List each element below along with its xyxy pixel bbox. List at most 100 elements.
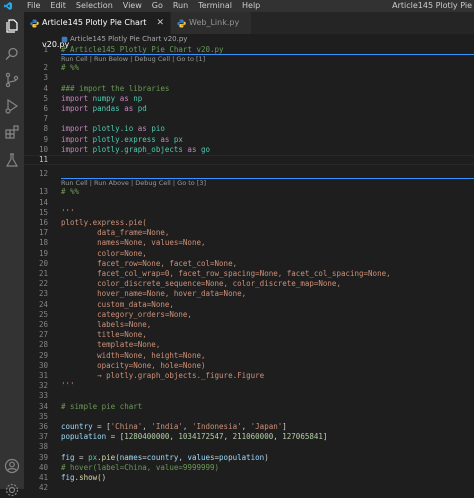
code-line[interactable]: 14: [24, 198, 474, 208]
breadcrumb-file[interactable]: Article145 Plotly Pie Chart v20.py: [70, 35, 187, 43]
python-file-icon: [30, 19, 39, 28]
code-line[interactable]: 31 → plotly.graph_objects._figure.Figure: [24, 371, 474, 381]
code-line[interactable]: 38: [24, 442, 474, 452]
code-line[interactable]: 25 category_orders=None,: [24, 310, 474, 320]
tab-article145[interactable]: Article145 Plotly Pie Chart v20.py ✕: [24, 12, 170, 49]
code-text: width=None, height=None,: [61, 351, 205, 361]
menu-selection[interactable]: Selection: [71, 0, 118, 12]
code-token: facet_row=None, facet_col=None,: [61, 258, 238, 268]
code-line[interactable]: 11: [24, 155, 474, 165]
line-number: 33: [38, 391, 48, 401]
code-line[interactable]: 42: [24, 483, 474, 493]
code-line[interactable]: 30 opacity=None, hole=None): [24, 361, 474, 371]
code-token: 'India': [151, 422, 183, 431]
code-token: population: [61, 432, 107, 442]
code-token: pd: [137, 104, 147, 113]
run-debug-icon[interactable]: [4, 98, 20, 114]
code-line[interactable]: 6 import pandas as pd: [24, 104, 474, 114]
code-token: ### import the libraries: [61, 83, 170, 93]
breadcrumb[interactable]: Article145 Plotly Pie Chart v20.py: [24, 34, 474, 45]
code-token: as: [115, 93, 134, 103]
code-line[interactable]: 9 import plotly.express as px: [24, 135, 474, 145]
close-icon[interactable]: ✕: [156, 12, 164, 34]
menu-edit[interactable]: Edit: [45, 0, 71, 12]
code-line[interactable]: 5 import numpy as np: [24, 94, 474, 104]
code-token: # simple pie chart: [61, 401, 143, 411]
code-line[interactable]: 17 data_frame=None,: [24, 228, 474, 238]
testing-icon[interactable]: [4, 152, 20, 168]
code-line[interactable]: 2 # %%: [24, 63, 474, 73]
tab-web-link[interactable]: Web_Link.py: [171, 12, 251, 34]
menu-terminal[interactable]: Terminal: [193, 0, 237, 12]
code-text: template=None,: [61, 340, 160, 350]
code-line[interactable]: 40 # hover(label=China, value=9999999): [24, 463, 474, 473]
code-line[interactable]: 26 labels=None,: [24, 320, 474, 330]
code-line[interactable]: 4 ### import the libraries: [24, 84, 474, 94]
code-token: ''': [61, 207, 75, 217]
line-number: 29: [38, 350, 48, 360]
settings-gear-icon[interactable]: [4, 482, 20, 498]
code-text: color_discrete_sequence=None, color_disc…: [61, 279, 341, 289]
code-line[interactable]: 24 custom_data=None,: [24, 300, 474, 310]
code-token: # %%: [61, 63, 80, 73]
menu-run[interactable]: Run: [168, 0, 193, 12]
explorer-icon[interactable]: [4, 18, 20, 34]
account-icon[interactable]: [4, 458, 20, 474]
code-line[interactable]: 36 country = ['China', 'India', 'Indonesi…: [24, 422, 474, 432]
menu-view[interactable]: View: [118, 0, 147, 12]
menu-go[interactable]: Go: [147, 0, 168, 12]
code-token: names: [119, 452, 143, 462]
code-line[interactable]: 13 # %%: [24, 187, 474, 197]
code-line[interactable]: 22 color_discrete_sequence=None, color_d…: [24, 279, 474, 289]
code-token: pio: [151, 124, 165, 134]
code-token: import: [61, 144, 93, 154]
code-editor[interactable]: 1 # Article145 Plotly Pie Chart v20.py Run…: [24, 45, 474, 492]
code-token: fig: [61, 473, 75, 482]
code-line[interactable]: 28 template=None,: [24, 340, 474, 350]
code-line[interactable]: 37 population = [1280400000, 1034172547, …: [24, 432, 474, 442]
code-token: import: [61, 93, 93, 103]
code-line[interactable]: 35: [24, 412, 474, 422]
code-line[interactable]: 39 fig = px.pie(names=country, values=pop…: [24, 453, 474, 463]
code-line[interactable]: 27 title=None,: [24, 330, 474, 340]
line-number: 37: [38, 432, 48, 442]
code-line[interactable]: 32 ''': [24, 381, 474, 391]
code-line[interactable]: 10 import plotly.graph_objects as go: [24, 145, 474, 155]
codelens-cell-3[interactable]: Run Cell | Run Above | Debug Cell | Go t…: [61, 179, 206, 187]
codelens-cell-1[interactable]: Run Cell | Run Below | Debug Cell | Go t…: [61, 55, 205, 63]
code-text: # hover(label=China, value=9999999): [61, 463, 219, 473]
code-token: population: [219, 452, 265, 462]
code-line[interactable]: 20 facet_row=None, facet_col=None,: [24, 259, 474, 269]
code-line[interactable]: 21 facet_col_wrap=0, facet_row_spacing=N…: [24, 269, 474, 279]
code-line[interactable]: 7: [24, 114, 474, 124]
code-line[interactable]: 29 width=None, height=None,: [24, 351, 474, 361]
code-token: 'Japan': [250, 422, 283, 431]
code-token: as: [119, 104, 138, 113]
code-token: plotly.express: [92, 134, 156, 144]
code-line[interactable]: 41 fig.show(): [24, 473, 474, 483]
code-text: fig = px.pie(names=country, values=popul…: [61, 453, 269, 463]
source-control-icon[interactable]: [4, 72, 20, 88]
code-line[interactable]: 8 import plotly.io as pio: [24, 124, 474, 134]
code-text: ''': [61, 208, 75, 218]
code-token: labels=None,: [61, 320, 152, 329]
menu-help[interactable]: Help: [237, 0, 265, 12]
search-icon[interactable]: [4, 46, 20, 62]
line-number: 20: [38, 258, 48, 268]
code-line[interactable]: 33: [24, 391, 474, 401]
code-line[interactable]: 23 hover_name=None, hover_data=None,: [24, 289, 474, 299]
code-token: plotly.express.pie(: [61, 218, 147, 227]
code-token: 1034172547: [178, 432, 224, 442]
code-text: ### import the libraries: [61, 84, 169, 94]
code-line[interactable]: 34 # simple pie chart: [24, 402, 474, 412]
code-line[interactable]: 19 color=None,: [24, 249, 474, 259]
code-line[interactable]: 16 plotly.express.pie(: [24, 218, 474, 228]
code-text: category_orders=None,: [61, 310, 192, 320]
code-line[interactable]: 3: [24, 73, 474, 83]
code-line[interactable]: 15 ''': [24, 208, 474, 218]
menu-file[interactable]: File: [22, 0, 45, 12]
code-line[interactable]: 18 names=None, values=None,: [24, 238, 474, 248]
extensions-icon[interactable]: [4, 124, 20, 140]
code-token: numpy: [92, 93, 116, 103]
code-token: 'China': [110, 422, 143, 431]
